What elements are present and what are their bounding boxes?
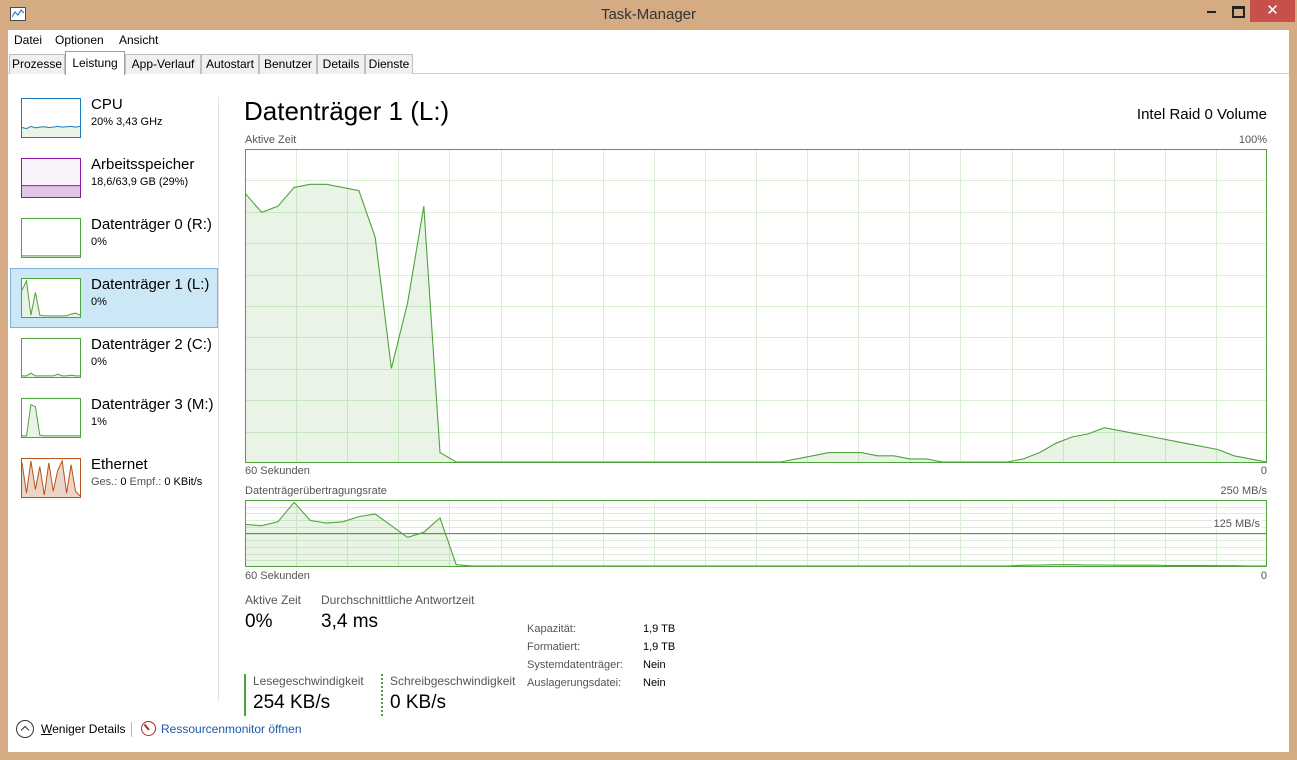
active-time-chart	[245, 149, 1267, 463]
menu-optionen[interactable]: Optionen	[55, 33, 104, 47]
open-resource-monitor-link[interactable]: Ressourcenmonitor öffnen	[161, 722, 302, 736]
active-time-chart-min: 0	[1260, 465, 1267, 477]
menu-datei[interactable]: Datei	[14, 33, 42, 47]
transfer-rate-chart-min: 0	[1260, 570, 1267, 582]
write-speed-marker	[381, 674, 383, 716]
sidebar-item-ethernet[interactable]: Ethernet Ges.: 0 Empf.: 0 KBit/s	[10, 448, 218, 508]
task-manager-window: Task-Manager ✕ Datei Optionen Ansicht Pr…	[0, 0, 1297, 760]
tab-app-verlauf[interactable]: App-Verlauf	[125, 54, 201, 74]
tab-bar: Prozesse Leistung App-Verlauf Autostart …	[8, 51, 1289, 75]
sidebar-item-value: 18,6/63,9 GB (29%)	[91, 176, 189, 188]
sidebar-item-value: 1%	[91, 416, 107, 428]
active-time-chart-label: Aktive Zeit	[245, 134, 297, 146]
sidebar-item-title: Ethernet	[91, 456, 148, 473]
sidebar-item-title: Datenträger 0 (R:)	[91, 216, 212, 233]
active-time-chart-max: 100%	[1238, 134, 1267, 146]
maximize-button[interactable]	[1224, 0, 1250, 22]
disk-0-thumbnail	[21, 218, 81, 258]
sidebar-item-title: Arbeitsspeicher	[91, 156, 195, 173]
fewer-details-button[interactable]: Weniger Details	[41, 722, 125, 736]
tab-dienste[interactable]: Dienste	[365, 54, 413, 74]
response-time-value: 3,4 ms	[321, 611, 379, 632]
transfer-rate-chart-max: 250 MB/s	[1220, 485, 1267, 497]
performance-sidebar: CPU 20% 3,43 GHz Arbeitsspeicher 18,6/63…	[8, 88, 220, 698]
active-time-label: Aktive Zeit	[245, 593, 302, 607]
menu-ansicht[interactable]: Ansicht	[119, 33, 158, 47]
sidebar-item-cpu[interactable]: CPU 20% 3,43 GHz	[10, 88, 218, 148]
system-disk-label: Systemdatenträger:	[527, 659, 623, 671]
read-speed-marker	[244, 674, 246, 716]
sidebar-item-title: CPU	[91, 96, 123, 113]
sidebar-item-disk-3[interactable]: Datenträger 3 (M:) 1%	[10, 388, 218, 448]
tab-prozesse[interactable]: Prozesse	[9, 54, 65, 74]
resource-monitor-icon[interactable]	[141, 721, 156, 736]
write-speed-value: 0 KB/s	[390, 692, 446, 713]
system-disk-value: Nein	[643, 659, 666, 671]
footer-bar: Weniger Details Ressourcenmonitor öffnen	[8, 714, 1289, 750]
transfer-rate-chart-label: Datenträgerübertragungsrate	[245, 485, 387, 497]
footer-divider	[131, 722, 132, 737]
memory-thumbnail	[21, 158, 81, 198]
sidebar-item-title: Datenträger 2 (C:)	[91, 336, 212, 353]
page-file-value: Nein	[643, 677, 666, 689]
menu-bar: Datei Optionen Ansicht	[8, 30, 1289, 50]
disk-2-thumbnail	[21, 338, 81, 378]
sidebar-item-memory[interactable]: Arbeitsspeicher 18,6/63,9 GB (29%)	[10, 148, 218, 208]
write-speed-label: Schreibgeschwindigkeit	[390, 674, 516, 688]
cpu-thumbnail	[21, 98, 81, 138]
tab-autostart[interactable]: Autostart	[201, 54, 259, 74]
disk-detail-panel: Datenträger 1 (L:) Intel Raid 0 Volume A…	[244, 94, 1280, 716]
read-speed-value: 254 KB/s	[253, 692, 331, 713]
tab-details[interactable]: Details	[317, 54, 365, 74]
capacity-label: Kapazität:	[527, 623, 576, 635]
transfer-rate-chart	[245, 500, 1267, 567]
sidebar-item-value: Ges.: 0 Empf.: 0 KBit/s	[91, 476, 203, 488]
sidebar-item-value: 20% 3,43 GHz	[91, 116, 163, 128]
sidebar-item-title: Datenträger 1 (L:)	[91, 276, 210, 293]
sidebar-item-value: 0%	[91, 296, 107, 308]
close-button[interactable]: ✕	[1250, 0, 1295, 22]
tab-leistung[interactable]: Leistung	[65, 51, 125, 75]
disk-model: Intel Raid 0 Volume	[1136, 106, 1267, 123]
read-speed-label: Lesegeschwindigkeit	[253, 674, 364, 688]
transfer-rate-chart-mid: 125 MB/s	[1211, 518, 1262, 530]
disk-1-thumbnail	[21, 278, 81, 318]
active-time-chart-time-span: 60 Sekunden	[245, 465, 310, 477]
minimize-button[interactable]	[1198, 0, 1224, 22]
sidebar-item-title: Datenträger 3 (M:)	[91, 396, 214, 413]
response-time-label: Durchschnittliche Antwortzeit	[321, 593, 475, 607]
sidebar-item-disk-0[interactable]: Datenträger 0 (R:) 0%	[10, 208, 218, 268]
disk-3-thumbnail	[21, 398, 81, 438]
formatted-value: 1,9 TB	[643, 641, 676, 653]
page-title: Datenträger 1 (L:)	[244, 96, 450, 126]
window-title: Task-Manager	[600, 6, 697, 23]
tab-benutzer[interactable]: Benutzer	[259, 54, 317, 74]
sidebar-divider	[218, 97, 219, 701]
client-area: Datei Optionen Ansicht Prozesse Leistung…	[8, 30, 1289, 752]
page-file-label: Auslagerungsdatei:	[527, 677, 622, 689]
sidebar-item-value: 0%	[91, 236, 107, 248]
sidebar-item-disk-2[interactable]: Datenträger 2 (C:) 0%	[10, 328, 218, 388]
chevron-up-icon[interactable]	[16, 720, 34, 738]
sidebar-item-value: 0%	[91, 356, 107, 368]
formatted-label: Formatiert:	[527, 641, 581, 653]
active-time-value: 0%	[245, 611, 273, 632]
sidebar-item-disk-1[interactable]: Datenträger 1 (L:) 0%	[10, 268, 218, 328]
capacity-value: 1,9 TB	[643, 623, 676, 635]
transfer-rate-chart-time-span: 60 Sekunden	[245, 570, 310, 582]
close-icon: ✕	[1266, 2, 1279, 19]
title-bar[interactable]: Task-Manager ✕	[0, 0, 1297, 30]
ethernet-thumbnail	[21, 458, 81, 498]
